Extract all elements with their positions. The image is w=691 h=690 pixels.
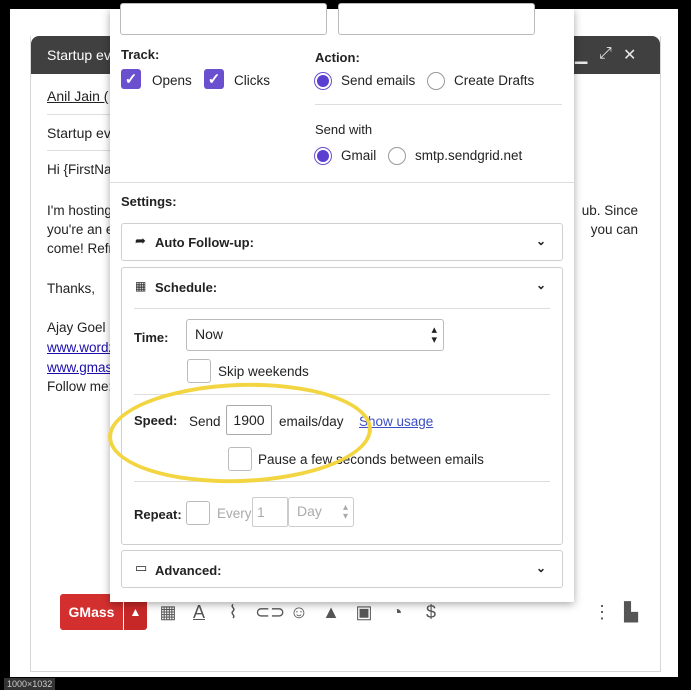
chevron-down-icon[interactable]: ⌄ (536, 234, 546, 248)
more-options-icon[interactable]: ⋮ (591, 602, 613, 623)
time-select[interactable]: Now ▴ ▾ (186, 319, 444, 351)
clicks-checkbox[interactable]: ✓ (204, 69, 224, 89)
send-emails-label: Send emails (341, 73, 416, 88)
drive-icon[interactable]: ▲ (320, 602, 342, 623)
to-recipient[interactable]: Anil Jain ( (47, 88, 108, 104)
chevron-down-icon[interactable]: ⌄ (536, 278, 546, 292)
image-dimensions-label: 1000×1032 (4, 678, 56, 690)
gmail-radio[interactable] (314, 147, 332, 165)
divider (110, 182, 574, 183)
repeat-checkbox[interactable] (186, 501, 210, 525)
dollar-icon[interactable]: $ (420, 602, 442, 623)
body-line: you're an e (47, 222, 114, 237)
subject-field[interactable]: Startup ev (47, 125, 111, 141)
divider (315, 104, 562, 105)
action-label: Action: (315, 50, 360, 65)
calendar-icon: ▦ (135, 279, 147, 293)
minimize-icon[interactable]: ▁ (575, 45, 587, 65)
repeat-label: Repeat: (134, 507, 182, 522)
clicks-label: Clicks (234, 73, 270, 88)
select-arrows-icon: ▴ ▾ (342, 502, 348, 522)
body-line-right: you can (590, 222, 638, 237)
skip-weekends-label: Skip weekends (218, 364, 309, 379)
attach-icon[interactable]: ⌇ (222, 602, 244, 623)
body-link[interactable]: www.gmas (47, 358, 112, 377)
body-line-right: ub. Since (581, 203, 638, 218)
create-drafts-label: Create Drafts (454, 73, 535, 88)
auto-followup-section[interactable]: ➦ Auto Follow-up: ⌄ (121, 223, 563, 261)
send-with-label: Send with (315, 122, 373, 137)
trash-icon[interactable]: ▙ (620, 602, 642, 623)
body-line: come! Refr (47, 241, 114, 256)
body-line: Hi {FirstNa (47, 162, 112, 177)
body-line: Ajay Goel (47, 320, 106, 335)
smtp-radio[interactable] (388, 147, 406, 165)
expand-icon[interactable]: ⤢ (599, 45, 612, 63)
emoji-icon[interactable]: ☺ (288, 602, 310, 623)
skip-weekends-checkbox[interactable] (187, 359, 211, 383)
clipped-field[interactable] (120, 3, 327, 35)
advanced-section[interactable]: ▭ Advanced: ⌄ (121, 550, 563, 588)
link-icon[interactable]: ⊂⊃ (255, 602, 285, 623)
share-arrow-icon: ➦ (135, 233, 146, 248)
send-emails-radio[interactable] (314, 72, 332, 90)
clipped-field[interactable] (338, 3, 535, 35)
create-drafts-radio[interactable] (427, 72, 445, 90)
opens-label: Opens (152, 73, 192, 88)
divider (134, 308, 550, 309)
chevron-down-icon[interactable]: ⌄ (536, 561, 546, 575)
close-icon[interactable]: ✕ (623, 45, 636, 65)
text-format-icon[interactable]: A (188, 602, 210, 623)
compose-title: Startup ev (47, 47, 111, 63)
grid-icon[interactable]: ▦ (157, 602, 179, 623)
every-label: Every (217, 506, 252, 521)
track-label: Track: (121, 47, 160, 62)
advanced-label: Advanced: (155, 563, 222, 578)
body-line: Follow me: (47, 379, 113, 394)
smtp-label: smtp.sendgrid.net (415, 148, 523, 163)
gmass-settings-panel: Track: ✓ Opens ✓ Clicks Action: Send ema… (110, 3, 574, 602)
body-link[interactable]: www.wordz (47, 338, 115, 357)
body-line: I'm hosting (47, 203, 112, 218)
time-label: Time: (134, 330, 169, 345)
every-input[interactable]: 1 (252, 497, 288, 527)
repeat-unit-select[interactable]: Day ▴ ▾ (288, 497, 354, 527)
settings-label: Settings: (121, 194, 177, 209)
schedule-label: Schedule: (155, 280, 218, 295)
repeat-unit-value: Day (297, 503, 322, 519)
auto-followup-label: Auto Follow-up: (155, 235, 254, 250)
select-arrows-icon: ▴ ▾ (431, 324, 437, 346)
schedule-icon[interactable]: ◔ (386, 602, 408, 623)
body-line: Thanks, (47, 281, 96, 296)
time-value: Now (195, 326, 224, 342)
comment-icon: ▭ (135, 560, 148, 575)
photo-icon[interactable]: ▣ (353, 602, 375, 623)
opens-checkbox[interactable]: ✓ (121, 69, 141, 89)
gmail-label: Gmail (341, 148, 377, 163)
